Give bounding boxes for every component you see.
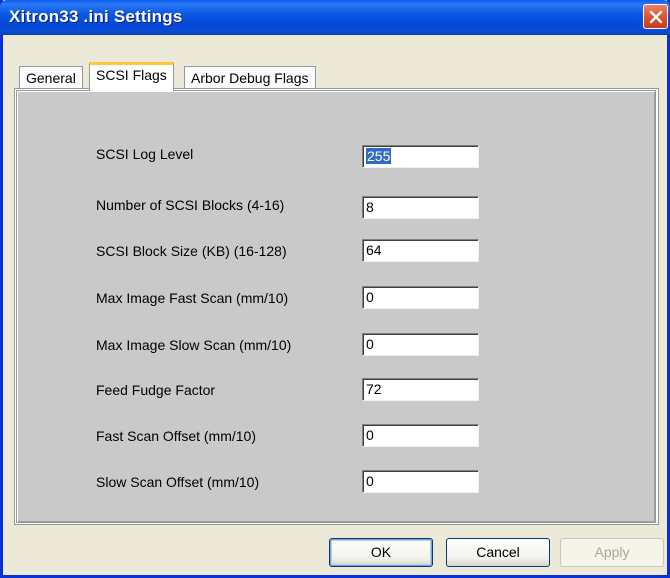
scsi-blocks-value: 8 [366,199,374,215]
tab-scsi-flags-label: SCSI Flags [96,67,167,83]
slow-scan-offset-value: 0 [366,473,374,489]
scsi-log-level-field[interactable]: 255 [362,145,479,168]
title-bar[interactable]: Xitron33 .ini Settings [0,0,670,35]
window-title: Xitron33 .ini Settings [9,7,183,26]
tab-scsi-flags[interactable]: SCSI Flags [89,62,174,91]
max-slow-scan-value: 0 [366,336,374,352]
slow-scan-offset-field[interactable]: 0 [362,470,479,493]
scsi-log-level-label: SCSI Log Level [96,146,194,162]
max-fast-scan-value: 0 [366,289,374,305]
feed-fudge-label: Feed Fudge Factor [96,382,216,398]
fast-scan-offset-value: 0 [366,427,374,443]
scsi-blocks-field[interactable]: 8 [362,196,479,219]
cancel-button[interactable]: Cancel [446,538,550,567]
close-icon [649,10,663,24]
scsi-block-size-field[interactable]: 64 [362,239,479,262]
max-slow-scan-field[interactable]: 0 [362,333,479,356]
tab-general-label: General [26,70,76,86]
close-button[interactable] [643,4,668,29]
feed-fudge-value: 72 [366,381,382,397]
max-slow-scan-label: Max Image Slow Scan (mm/10) [96,337,292,353]
apply-button[interactable]: Apply [560,538,664,567]
ok-button[interactable]: OK [329,538,433,567]
max-fast-scan-field[interactable]: 0 [362,286,479,309]
apply-button-label: Apply [594,544,630,560]
slow-scan-offset-label: Slow Scan Offset (mm/10) [96,474,260,490]
ok-button-label: OK [370,544,392,560]
fast-scan-offset-field[interactable]: 0 [362,424,479,447]
feed-fudge-field[interactable]: 72 [362,378,479,401]
max-fast-scan-label: Max Image Fast Scan (mm/10) [96,290,289,306]
scsi-log-level-value: 255 [366,148,392,164]
cancel-button-label: Cancel [476,544,520,560]
scsi-blocks-label: Number of SCSI Blocks (4-16) [96,197,285,213]
tab-arbor-debug-flags[interactable]: Arbor Debug Flags [184,66,316,89]
scsi-block-size-value: 64 [366,242,382,258]
tab-general[interactable]: General [19,66,83,89]
fast-scan-offset-label: Fast Scan Offset (mm/10) [96,428,257,444]
scsi-block-size-label: SCSI Block Size (KB) (16-128) [96,243,287,259]
tab-arbor-debug-flags-label: Arbor Debug Flags [191,70,309,86]
